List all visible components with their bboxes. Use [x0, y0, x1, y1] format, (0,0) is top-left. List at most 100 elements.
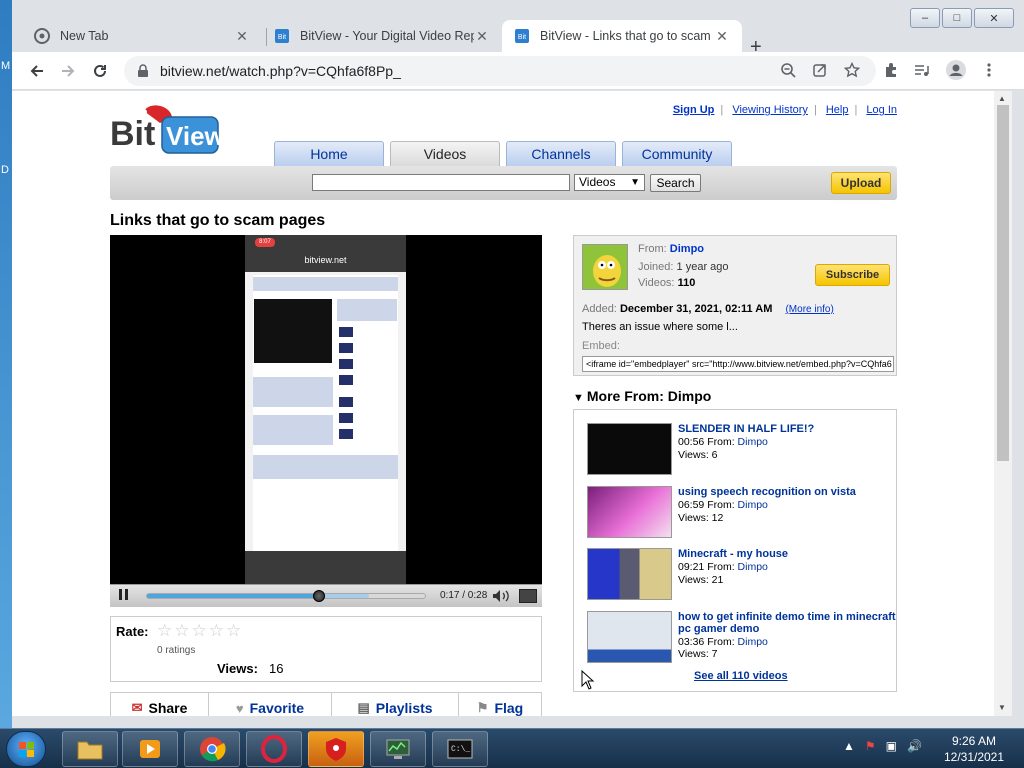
close-tab-icon[interactable]: ✕ [234, 28, 250, 45]
tab-title: New Tab [60, 29, 109, 43]
embed-code-field[interactable]: <iframe id="embedplayer" src="http://www… [582, 356, 894, 372]
seek-handle[interactable] [313, 590, 326, 602]
video-thumbnail[interactable] [587, 486, 672, 538]
author-link[interactable]: Dimpo [738, 561, 768, 573]
tab-bitview-home[interactable]: Bit BitView - Your Digital Video Repo ✕ [262, 20, 502, 52]
search-category-select[interactable]: Videos ▼ [574, 174, 645, 191]
rating-stars[interactable]: ☆☆☆☆☆ [157, 621, 243, 641]
list-item[interactable]: Minecraft - my house 09:21 From: Dimpo V… [587, 548, 887, 602]
subscribe-button[interactable]: Subscribe [815, 264, 890, 286]
author-link[interactable]: Dimpo [738, 499, 768, 511]
help-link[interactable]: Help [826, 104, 849, 116]
flag-button[interactable]: ⚑ Flag [459, 693, 541, 716]
scrollbar-thumb[interactable] [997, 105, 1009, 461]
taskbar-explorer[interactable] [62, 731, 118, 767]
nav-tab-home[interactable]: Home [274, 141, 384, 167]
maximize-button[interactable]: □ [942, 8, 972, 28]
nav-tab-community[interactable]: Community [622, 141, 732, 167]
search-input[interactable] [312, 174, 570, 191]
share-icon[interactable] [809, 59, 831, 81]
pause-icon[interactable] [116, 589, 130, 603]
video-link[interactable]: Minecraft - my house [678, 548, 896, 560]
nav-tab-videos[interactable]: Videos [390, 141, 500, 167]
playlist-icon: ▤ [357, 700, 370, 715]
viewing-history-link[interactable]: Viewing History [732, 104, 808, 116]
terminal-icon: C:\_ [447, 739, 473, 759]
extensions-icon[interactable] [880, 59, 902, 81]
see-all-videos-link[interactable]: See all 110 videos [694, 670, 788, 682]
list-item[interactable]: how to get infinite demo time in minecra… [587, 611, 896, 665]
close-tab-icon[interactable]: ✕ [714, 28, 730, 45]
video-thumbnail[interactable] [587, 548, 672, 600]
scroll-down-arrow-icon[interactable]: ▼ [998, 703, 1006, 712]
start-button[interactable] [6, 731, 46, 767]
tab-bitview-watch[interactable]: Bit BitView - Links that go to scam p ✕ [502, 20, 742, 52]
playlists-button[interactable]: ▤ Playlists [332, 693, 459, 716]
bitview-logo[interactable]: Bit View [110, 103, 230, 159]
videos-label: Videos: [638, 277, 675, 289]
back-arrow-icon[interactable] [26, 60, 48, 82]
more-from-heading[interactable]: ▼ More From: Dimpo [573, 388, 711, 404]
minimize-button[interactable]: – [910, 8, 940, 28]
fullscreen-icon[interactable] [519, 589, 537, 603]
video-thumbnail[interactable] [587, 611, 672, 663]
video-duration: 09:21 [678, 561, 705, 573]
bitview-favicon: Bit [274, 28, 290, 44]
video-link[interactable]: how to get infinite demo time in minecra… [678, 611, 896, 635]
video-frame: 8:07 bitview.net [245, 235, 406, 584]
video-thumbnail[interactable] [587, 423, 672, 475]
share-label: Share [148, 700, 188, 716]
rate-label: Rate: [116, 624, 149, 639]
search-button[interactable]: Search [650, 174, 701, 192]
upload-button[interactable]: Upload [831, 172, 891, 194]
author-link[interactable]: Dimpo [738, 636, 768, 648]
phone-page-thumb [339, 429, 353, 439]
bitview-page: Bit View Sign Up | Viewing History | Help |… [110, 91, 897, 716]
forward-arrow-icon[interactable] [57, 60, 79, 82]
uploader-name-link[interactable]: Dimpo [670, 243, 704, 255]
page-scrollbar[interactable]: ▲ ▼ [994, 91, 1012, 716]
tray-expand-icon[interactable]: ▲ [843, 739, 855, 753]
network-icon[interactable]: ▣ [886, 739, 897, 753]
taskbar-chrome[interactable] [184, 731, 240, 767]
close-tab-icon[interactable]: ✕ [474, 28, 490, 45]
share-button[interactable]: ✉ Share [111, 693, 209, 716]
tab-new-tab[interactable]: New Tab ✕ [22, 20, 262, 52]
action-center-flag-icon[interactable]: ⚑ [865, 739, 876, 753]
taskbar-clock[interactable]: 9:26 AM 12/31/2021 [934, 733, 1014, 765]
video-link[interactable]: using speech recognition on vista [678, 486, 896, 498]
taskbar-media-player[interactable] [122, 731, 178, 767]
speaker-icon[interactable]: 🔊 [907, 739, 922, 753]
favorite-button[interactable]: ♥ Favorite [209, 693, 332, 716]
sign-up-link[interactable]: Sign Up [673, 104, 715, 116]
author-link[interactable]: Dimpo [738, 436, 768, 448]
video-player[interactable]: 8:07 bitview.net 0:17 / 0:28 [110, 235, 542, 607]
list-item[interactable]: using speech recognition on vista 06:59 … [587, 486, 887, 540]
taskbar-command-prompt[interactable]: C:\_ [432, 731, 488, 767]
kebab-menu-icon[interactable] [978, 59, 1000, 81]
profile-avatar-icon[interactable] [945, 59, 967, 81]
zoom-icon[interactable] [777, 59, 799, 81]
address-bar[interactable]: bitview.net/watch.php?v=CQhfa6f8Pp_ [124, 56, 876, 86]
media-controls-icon[interactable] [910, 59, 932, 81]
seek-bar[interactable] [146, 590, 426, 602]
taskbar-security[interactable] [308, 731, 364, 767]
uploader-avatar[interactable] [582, 244, 628, 290]
nav-tab-channels[interactable]: Channels [506, 141, 616, 167]
video-meta: 03:36 From: Dimpo [678, 636, 768, 648]
list-item[interactable]: SLENDER IN HALF LIFE!? 00:56 From: Dimpo… [587, 423, 887, 477]
bookmark-star-icon[interactable] [841, 59, 863, 81]
taskbar-task-manager[interactable] [370, 731, 426, 767]
close-window-button[interactable]: ✕ [974, 8, 1014, 28]
link-separator: | [854, 104, 858, 116]
scroll-up-arrow-icon[interactable]: ▲ [998, 94, 1006, 103]
log-in-link[interactable]: Log In [866, 104, 897, 116]
reload-icon[interactable] [89, 60, 111, 82]
taskbar-opera[interactable] [246, 731, 302, 767]
video-link[interactable]: SLENDER IN HALF LIFE!? [678, 423, 896, 435]
svg-text:View: View [166, 121, 226, 151]
more-info-link[interactable]: (More info) [785, 304, 833, 315]
volume-icon[interactable] [492, 589, 512, 606]
chevron-down-icon: ▼ [630, 177, 640, 188]
share-envelope-icon: ✉ [131, 700, 143, 715]
